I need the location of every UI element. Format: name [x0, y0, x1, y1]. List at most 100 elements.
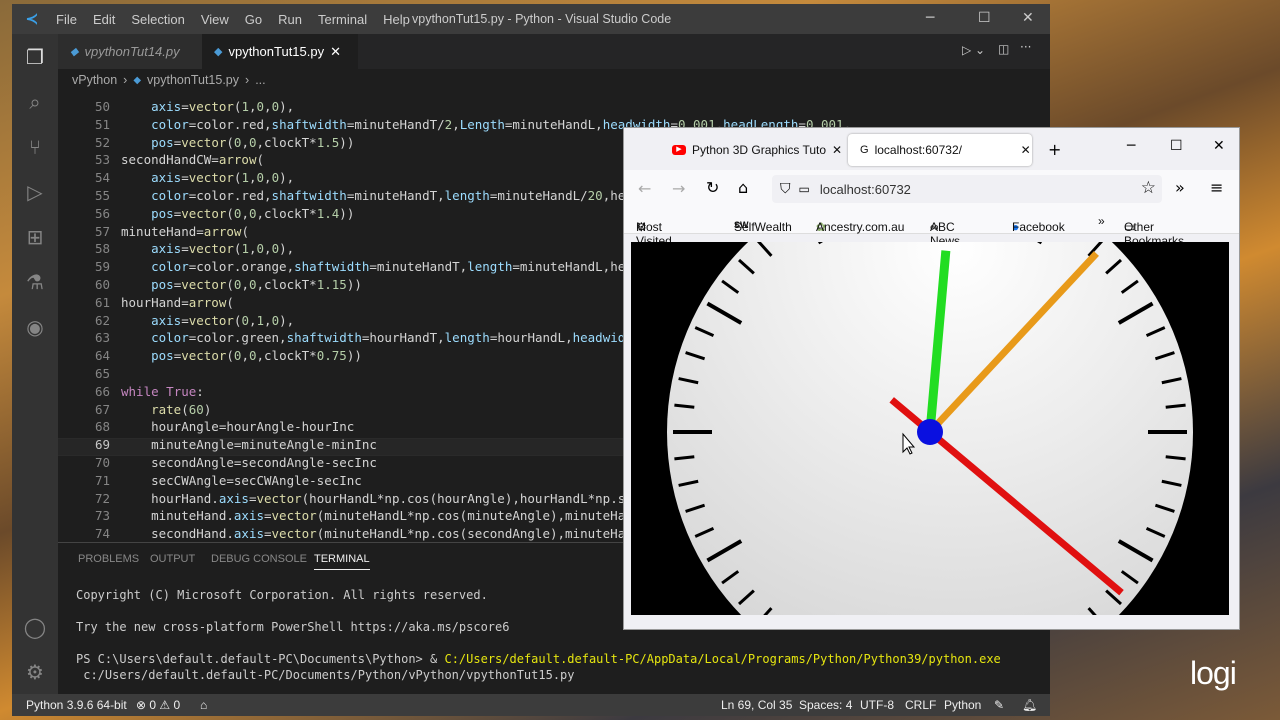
line-number: 66 — [94, 383, 110, 399]
extensions-overflow-icon[interactable]: » — [1175, 178, 1185, 197]
terminal-arg: c:/Users/default.default-PC/Documents/Py… — [76, 668, 575, 682]
clock-pivot — [917, 419, 943, 445]
line-number: 54 — [94, 170, 110, 186]
testing-icon[interactable]: ⚗ — [22, 269, 48, 295]
tick-mark — [1165, 455, 1186, 461]
new-tab-icon[interactable]: + — [1048, 140, 1061, 159]
line-number: 60 — [94, 277, 110, 292]
extensions-icon[interactable]: ⊞ — [22, 224, 48, 250]
bookmark-label: SelfWealth — [734, 220, 792, 234]
bookmarks-overflow-icon[interactable]: » — [1098, 214, 1105, 228]
home-icon[interactable]: ⌂ — [738, 178, 748, 197]
menu-edit[interactable]: Edit — [85, 12, 123, 27]
menu-selection[interactable]: Selection — [123, 12, 192, 27]
page-info-icon[interactable]: ▭ — [799, 182, 810, 196]
line-number: 73 — [94, 508, 110, 524]
window-title: vpythonTut15.py - Python - Visual Studio… — [412, 12, 672, 26]
reload-icon[interactable]: ↻ — [706, 178, 719, 197]
bookmark-star-icon[interactable]: ☆ — [1141, 178, 1156, 198]
line-number: 74 — [94, 526, 110, 542]
encoding[interactable]: UTF-8 — [860, 698, 894, 712]
logi-watermark: logi — [1190, 655, 1237, 691]
menu-terminal[interactable]: Terminal — [310, 12, 375, 27]
tab-output[interactable]: OUTPUT — [150, 553, 195, 565]
feedback-icon[interactable]: ✎ — [994, 698, 1004, 712]
account-icon[interactable]: ◯ — [22, 614, 48, 640]
line-number: 68 — [94, 419, 110, 435]
cursor-position[interactable]: Ln 69, Col 35 — [721, 698, 792, 712]
code-line: secCWAngle=secCWAngle-secInc — [121, 472, 362, 488]
split-editor-icon[interactable]: ◫ — [998, 42, 1009, 56]
forward-icon[interactable]: → — [672, 179, 685, 198]
more-actions-icon[interactable]: ··· — [1020, 40, 1031, 54]
problems-count[interactable]: ⊗ 0 ⚠ 0 — [136, 698, 180, 712]
menu-go[interactable]: Go — [237, 12, 270, 27]
menu-file[interactable]: File — [48, 12, 85, 27]
breadcrumb-file[interactable]: vpythonTut15.py — [147, 73, 239, 87]
back-icon[interactable]: ← — [638, 179, 651, 198]
tab-localhost[interactable]: G localhost:60732/ ✕ — [848, 134, 1032, 166]
line-number: 51 — [94, 116, 110, 132]
tab-youtube[interactable]: ▶ Python 3D Graphics Tutoria ✕ — [660, 134, 846, 166]
url-bar[interactable]: ⛉ ▭ localhost:60732 ☆ — [772, 175, 1162, 203]
firefox-window: ▶ Python 3D Graphics Tutoria ✕ G localho… — [623, 127, 1240, 630]
code-line: pos=vector(0,0,clockT*0.75)) — [151, 348, 362, 364]
code-line: axis=vector(1,0,0), — [151, 241, 295, 257]
line-number: 52 — [94, 134, 110, 150]
tab-terminal[interactable]: TERMINAL — [314, 553, 370, 570]
maximize-icon[interactable]: ☐ — [978, 10, 991, 26]
line-number: 57 — [94, 223, 110, 239]
breadcrumb: vPython › ◆ vpythonTut15.py › ... — [58, 69, 1050, 91]
home-icon[interactable]: ⌂ — [200, 698, 207, 712]
terminal-command: C:/Users/default.default-PC/AppData/Loca… — [444, 652, 1001, 666]
remote-icon[interactable]: ◉ — [22, 314, 48, 340]
menu-run[interactable]: Run — [270, 12, 310, 27]
run-file-icon[interactable]: ▷ ⌄ — [962, 43, 985, 57]
python-interpreter[interactable]: Python 3.9.6 64-bit — [26, 698, 127, 712]
notifications-icon[interactable]: 🔔︎ — [1022, 698, 1037, 712]
close-icon[interactable]: ✕ — [1213, 138, 1225, 154]
run-debug-icon[interactable]: ▷ — [22, 179, 48, 205]
minimize-icon[interactable]: ─ — [926, 10, 934, 26]
code-editor[interactable]: 50 axis=vector(1,0,0), 51 color=color.red… — [58, 90, 851, 542]
maximize-icon[interactable]: ☐ — [1170, 138, 1183, 154]
tick-mark — [674, 455, 695, 461]
terminal-line: Copyright (C) Microsoft Corporation. All… — [76, 588, 488, 602]
title-bar: ≺ File Edit Selection View Go Run Termin… — [12, 4, 1050, 34]
tab-problems[interactable]: PROBLEMS — [78, 553, 139, 565]
code-line: minuteHand.axis=vector(minuteHandL*np.co… — [121, 508, 648, 524]
tab-debug-console[interactable]: DEBUG CONSOLE — [211, 553, 307, 565]
vpython-canvas[interactable] — [631, 242, 1229, 615]
tab-vpythontut15[interactable]: ◆ vpythonTut15.py ✕ — [202, 34, 358, 69]
minimize-icon[interactable]: ─ — [1127, 138, 1135, 154]
tracking-shield-icon[interactable]: ⛉ — [780, 181, 791, 197]
tab-close-icon[interactable]: ✕ — [1021, 143, 1031, 157]
tab-close-icon[interactable]: ✕ — [330, 44, 341, 60]
code-line: color=color.red,shaftwidth=minuteHandT,l… — [151, 188, 655, 203]
code-line: axis=vector(1,0,0), — [151, 170, 295, 186]
tab-vpythontut14[interactable]: ◆ vpythonTut14.py — [58, 34, 202, 69]
close-icon[interactable]: ✕ — [1022, 10, 1034, 26]
end-of-line[interactable]: CRLF — [905, 698, 936, 712]
menu-view[interactable]: View — [193, 12, 237, 27]
terminal-prompt: PS C:\Users\default.default-PC\Documents… — [76, 652, 445, 666]
source-control-icon[interactable]: ⑂ — [22, 134, 48, 160]
tab-close-icon[interactable]: ✕ — [832, 143, 842, 157]
breadcrumb-folder[interactable]: vPython — [72, 73, 117, 87]
line-number: 58 — [94, 241, 110, 257]
settings-gear-icon[interactable]: ⚙ — [22, 659, 48, 685]
line-number: 50 — [94, 99, 110, 114]
line-number: 71 — [94, 472, 110, 488]
explorer-icon[interactable]: ❐ — [22, 44, 48, 70]
activity-bar: ❐ ⌕ ⑂ ▷ ⊞ ⚗ ◉ ◯ ⚙ — [12, 34, 58, 694]
indentation[interactable]: Spaces: 4 — [799, 698, 852, 712]
chevron-right-icon: › — [123, 73, 128, 87]
hamburger-menu-icon[interactable]: ≡ — [1210, 178, 1223, 197]
url-text[interactable]: localhost:60732 — [820, 182, 911, 197]
code-line: color=color.orange,shaftwidth=minuteHand… — [151, 259, 648, 275]
code-line: secondHandCW=arrow( — [121, 152, 265, 168]
search-icon[interactable]: ⌕ — [22, 89, 48, 115]
tab-title: localhost:60732/ — [874, 143, 962, 157]
language-mode[interactable]: Python — [944, 698, 981, 712]
breadcrumb-more[interactable]: ... — [255, 73, 265, 87]
